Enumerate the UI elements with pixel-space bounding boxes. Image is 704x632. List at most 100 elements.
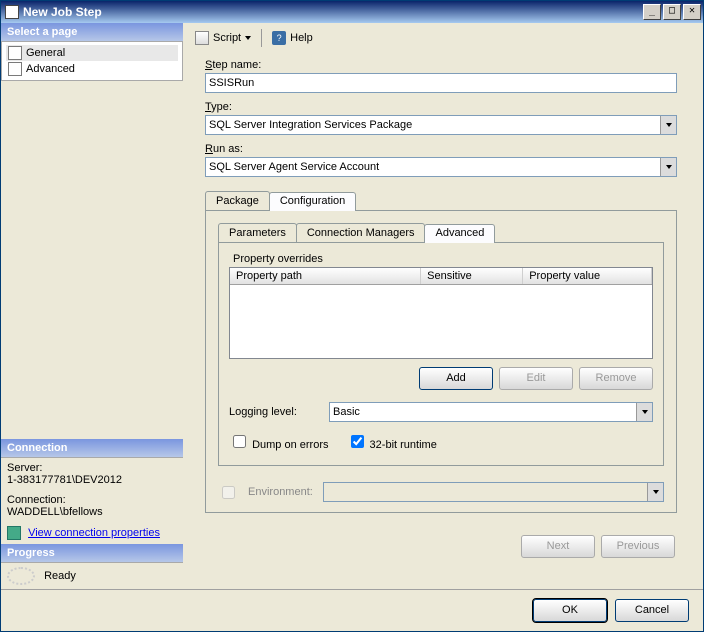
view-connection-link[interactable]: View connection properties bbox=[7, 526, 177, 540]
property-overrides-label: Property overrides bbox=[233, 253, 653, 265]
app-icon bbox=[5, 5, 19, 19]
select-page-header: Select a page bbox=[1, 23, 183, 42]
cancel-button[interactable]: Cancel bbox=[615, 599, 689, 622]
runtime-32bit-checkbox[interactable] bbox=[351, 435, 364, 448]
next-button: Next bbox=[521, 535, 595, 558]
table-header: Property path Sensitive Property value bbox=[230, 268, 652, 285]
help-button[interactable]: ? Help bbox=[268, 30, 317, 46]
toolbar: Script ? Help bbox=[187, 27, 695, 53]
connection-info: Server: 1-383177781\DEV2012 Connection: … bbox=[1, 458, 183, 544]
outer-tabs: Package Configuration bbox=[205, 191, 677, 210]
view-connection-text: View connection properties bbox=[28, 527, 160, 539]
dropdown-icon bbox=[245, 36, 251, 40]
run-as-value[interactable] bbox=[206, 158, 660, 176]
tab-advanced[interactable]: Advanced bbox=[424, 224, 495, 243]
content-area: Select a page General Advanced Connectio… bbox=[1, 23, 703, 589]
col-property-value[interactable]: Property value bbox=[523, 268, 652, 284]
close-button[interactable]: ✕ bbox=[683, 4, 701, 20]
page-label: Advanced bbox=[26, 63, 75, 75]
logging-level-combo[interactable] bbox=[329, 402, 653, 422]
connection-header: Connection bbox=[1, 439, 183, 458]
script-icon bbox=[195, 31, 209, 45]
outer-tabset: Package Configuration Parameters Connect… bbox=[205, 185, 677, 513]
remove-button: Remove bbox=[579, 367, 653, 390]
main-panel: Script ? Help Step name: Type bbox=[183, 23, 703, 589]
step-name-input[interactable] bbox=[205, 73, 677, 93]
previous-button: Previous bbox=[601, 535, 675, 558]
environment-checkbox bbox=[222, 486, 235, 499]
col-sensitive[interactable]: Sensitive bbox=[421, 268, 523, 284]
page-label: General bbox=[26, 47, 65, 59]
ok-button[interactable]: OK bbox=[533, 599, 607, 622]
edit-button: Edit bbox=[499, 367, 573, 390]
type-combo[interactable] bbox=[205, 115, 677, 135]
dialog-body: Select a page General Advanced Connectio… bbox=[1, 23, 703, 631]
connection-value: WADDELL\bfellows bbox=[7, 506, 177, 518]
logging-level-row: Logging level: bbox=[229, 402, 653, 422]
type-field: Type: bbox=[205, 101, 677, 135]
progress-status: Ready bbox=[44, 570, 76, 582]
dialog-footer: OK Cancel bbox=[1, 589, 703, 631]
nav-buttons: Next Previous bbox=[205, 535, 675, 558]
window-title: New Job Step bbox=[23, 5, 641, 19]
overrides-table[interactable]: Property path Sensitive Property value bbox=[229, 267, 653, 359]
tab-parameters[interactable]: Parameters bbox=[218, 223, 297, 242]
run-as-label: Run as: bbox=[205, 143, 677, 155]
col-property-path[interactable]: Property path bbox=[230, 268, 421, 284]
page-icon bbox=[8, 62, 22, 76]
chevron-down-icon bbox=[666, 123, 672, 127]
page-icon bbox=[8, 46, 22, 60]
page-list: General Advanced bbox=[1, 42, 183, 81]
dump-on-errors-field[interactable]: Dump on errors bbox=[229, 432, 329, 451]
chevron-down-icon bbox=[666, 165, 672, 169]
type-dropdown-button[interactable] bbox=[660, 116, 676, 134]
help-label: Help bbox=[290, 32, 313, 44]
runtime-32bit-field[interactable]: 32-bit runtime bbox=[347, 432, 437, 451]
type-value[interactable] bbox=[206, 116, 660, 134]
add-button[interactable]: Add bbox=[419, 367, 493, 390]
form-area: Step name: Type: Run as: bbox=[187, 53, 695, 585]
progress-header: Progress bbox=[1, 544, 183, 563]
minimize-button[interactable]: _ bbox=[643, 4, 661, 20]
table-body[interactable] bbox=[230, 285, 652, 358]
script-label: Script bbox=[213, 32, 241, 44]
override-buttons: Add Edit Remove bbox=[229, 367, 653, 390]
checkbox-row: Dump on errors 32-bit runtime bbox=[229, 432, 653, 451]
connection-label: Connection: bbox=[7, 494, 177, 506]
environment-row: Environment: bbox=[218, 482, 664, 502]
logging-level-value[interactable] bbox=[330, 403, 636, 421]
type-label: Type: bbox=[205, 101, 677, 113]
tab-configuration[interactable]: Configuration bbox=[269, 192, 356, 211]
chevron-down-icon bbox=[653, 490, 659, 494]
dump-on-errors-checkbox[interactable] bbox=[233, 435, 246, 448]
logging-level-label: Logging level: bbox=[229, 406, 319, 418]
logging-dropdown-button[interactable] bbox=[636, 403, 652, 421]
titlebar[interactable]: New Job Step _ □ ✕ bbox=[1, 1, 703, 23]
tab-package[interactable]: Package bbox=[205, 191, 270, 210]
step-name-field: Step name: bbox=[205, 59, 677, 93]
progress-block: Ready bbox=[1, 563, 183, 589]
advanced-panel: Property overrides Property path Sensiti… bbox=[218, 242, 664, 466]
step-name-label: Step name: bbox=[205, 59, 677, 71]
environment-dropdown-button bbox=[647, 483, 663, 501]
environment-value bbox=[324, 483, 647, 501]
sidebar: Select a page General Advanced Connectio… bbox=[1, 23, 183, 589]
page-advanced[interactable]: Advanced bbox=[6, 61, 178, 77]
inner-tabs: Parameters Connection Managers Advanced bbox=[218, 223, 664, 242]
tab-connection-managers[interactable]: Connection Managers bbox=[296, 223, 426, 242]
maximize-button[interactable]: □ bbox=[663, 4, 681, 20]
server-value: 1-383177781\DEV2012 bbox=[7, 474, 177, 486]
run-as-combo[interactable] bbox=[205, 157, 677, 177]
page-general[interactable]: General bbox=[6, 45, 178, 61]
progress-spinner-icon bbox=[7, 567, 35, 585]
script-button[interactable]: Script bbox=[191, 30, 255, 46]
environment-combo bbox=[323, 482, 664, 502]
server-label: Server: bbox=[7, 462, 177, 474]
properties-icon bbox=[7, 526, 21, 540]
configuration-panel: Parameters Connection Managers Advanced … bbox=[205, 210, 677, 513]
dialog-window: New Job Step _ □ ✕ Select a page General… bbox=[0, 0, 704, 632]
run-as-dropdown-button[interactable] bbox=[660, 158, 676, 176]
help-icon: ? bbox=[272, 31, 286, 45]
toolbar-separator bbox=[261, 29, 262, 47]
run-as-field: Run as: bbox=[205, 143, 677, 177]
